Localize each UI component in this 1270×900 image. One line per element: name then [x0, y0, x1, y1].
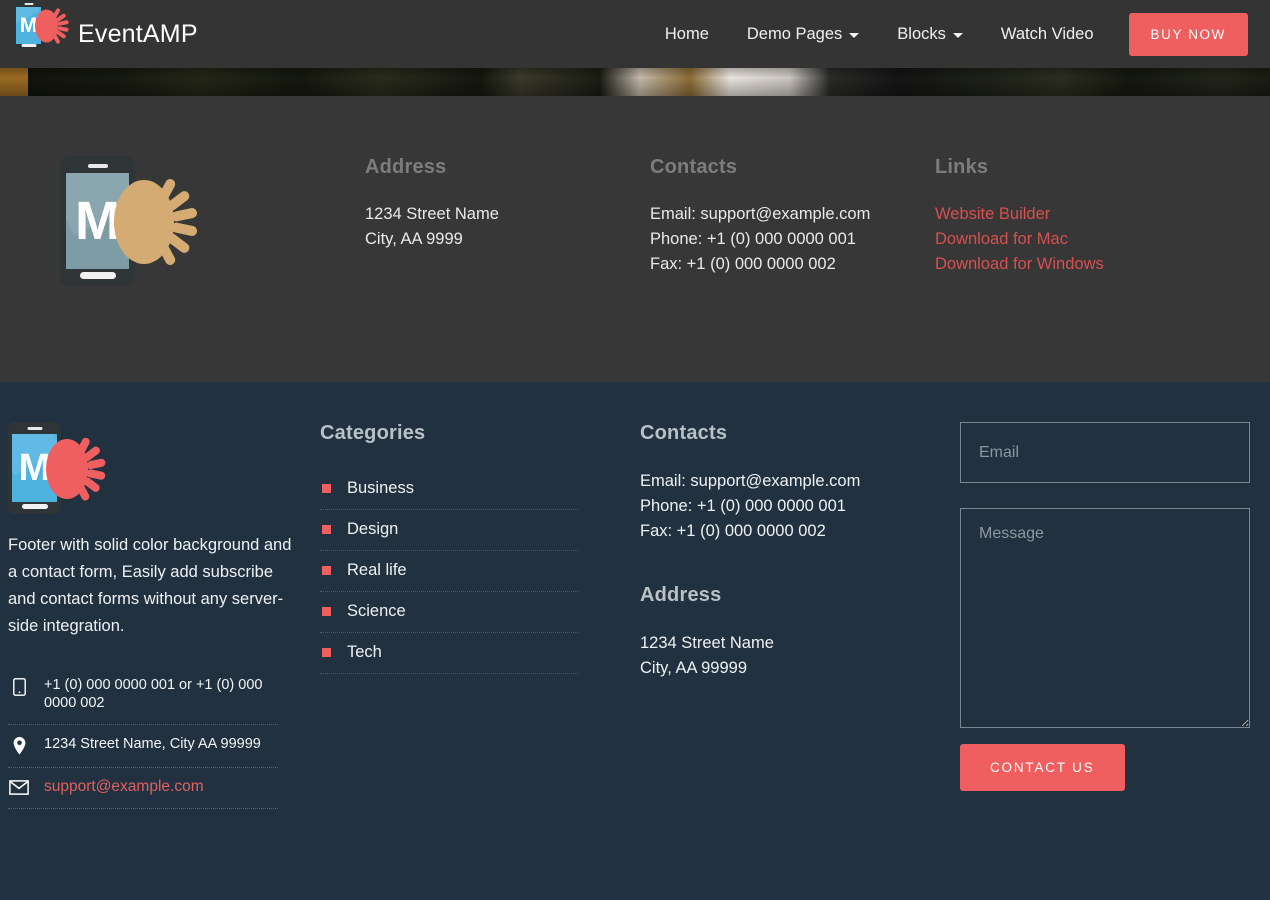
buy-now-button[interactable]: BUY NOW	[1128, 12, 1248, 56]
email-field[interactable]	[960, 422, 1250, 483]
info-row-address: 1234 Street Name, City AA 99999	[8, 725, 278, 768]
square-bullet-icon	[322, 566, 331, 575]
brand-logo[interactable]: M EventAMP	[14, 0, 198, 68]
address-line-1: 1234 Street Name	[640, 634, 774, 652]
contacts-heading: Contacts	[640, 422, 728, 444]
brand-title: EventAMP	[78, 19, 198, 48]
category-item-tech[interactable]: Tech	[320, 633, 578, 674]
footer-gray-address-column: Address 1234 Street Name City, AA 9999	[365, 156, 650, 286]
category-item-real-life[interactable]: Real life	[320, 551, 578, 592]
square-bullet-icon	[322, 484, 331, 493]
nav-item-blocks[interactable]: Blocks	[878, 15, 982, 54]
category-label: Business	[347, 479, 414, 497]
nav-item-home[interactable]: Home	[646, 15, 728, 54]
chevron-down-icon	[952, 32, 963, 38]
link-download-windows[interactable]: Download for Windows	[935, 252, 1235, 277]
category-item-business[interactable]: Business	[320, 469, 578, 510]
map-pin-icon	[8, 735, 30, 755]
footer-navy-section: M Footer with solid color background and…	[0, 382, 1270, 900]
nav-links: Home Demo Pages Blocks Watch Video BUY N…	[646, 12, 1248, 56]
contacts-phone: Phone: +1 (0) 000 0000 001	[650, 230, 856, 248]
message-field[interactable]	[960, 508, 1250, 728]
chevron-down-icon	[849, 32, 860, 38]
contacts-heading: Contacts	[650, 156, 738, 178]
square-bullet-icon	[322, 648, 331, 657]
square-bullet-icon	[322, 525, 331, 534]
square-bullet-icon	[322, 607, 331, 616]
nav-item-demo-pages-label: Demo Pages	[746, 24, 843, 43]
info-row-address-text: 1234 Street Name, City AA 99999	[44, 736, 261, 752]
footer-navy-contacts-column: Contacts Email: support@example.com Phon…	[640, 422, 960, 900]
footer-gray-logo: M	[60, 156, 365, 286]
mobile-icon	[8, 676, 30, 696]
category-label: Design	[347, 520, 399, 538]
footer-navy-categories-column: Categories Business Design Real life Sci…	[320, 422, 640, 900]
nav-item-home-label: Home	[664, 24, 709, 43]
address-heading: Address	[640, 584, 722, 606]
nav-item-watch-video-label: Watch Video	[1000, 24, 1094, 43]
footer-gray-contacts-column: Contacts Email: support@example.com Phon…	[650, 156, 935, 286]
categories-heading: Categories	[320, 422, 426, 444]
category-label: Tech	[347, 643, 382, 661]
top-navbar: M EventAMP Home Demo Pages Blocks Watch …	[0, 0, 1270, 68]
nav-item-demo-pages[interactable]: Demo Pages	[728, 15, 878, 54]
link-download-mac[interactable]: Download for Mac	[935, 227, 1235, 252]
contacts-fax: Fax: +1 (0) 000 0000 002	[640, 522, 826, 540]
contacts-email: Email: support@example.com	[640, 472, 861, 490]
nav-item-blocks-label: Blocks	[897, 24, 946, 43]
category-label: Real life	[347, 561, 407, 579]
footer-gray-links-column: Links Website Builder Download for Mac D…	[935, 156, 1235, 286]
contact-form: CONTACT US	[960, 422, 1270, 900]
address-line-2: City, AA 99999	[640, 659, 748, 677]
envelope-icon	[8, 778, 30, 795]
category-item-design[interactable]: Design	[320, 510, 578, 551]
contacts-fax: Fax: +1 (0) 000 0000 002	[650, 255, 836, 273]
address-line-2: City, AA 9999	[365, 230, 463, 248]
category-item-science[interactable]: Science	[320, 592, 578, 633]
app-logo-icon: M	[60, 156, 198, 286]
brand-logo-icon: M	[14, 0, 69, 50]
contacts-phone: Phone: +1 (0) 000 0000 001	[640, 497, 846, 515]
nav-item-watch-video[interactable]: Watch Video	[982, 15, 1113, 54]
category-label: Science	[347, 602, 406, 620]
info-row-phone-text: +1 (0) 000 0000 001 or +1 (0) 000 0000 0…	[44, 677, 263, 711]
contacts-email: Email: support@example.com	[650, 205, 871, 223]
info-row-phone: +1 (0) 000 0000 001 or +1 (0) 000 0000 0…	[8, 666, 278, 725]
links-heading: Links	[935, 156, 989, 178]
info-row-email-link[interactable]: support@example.com	[44, 778, 204, 796]
hero-image-strip	[0, 68, 1270, 96]
address-line-1: 1234 Street Name	[365, 205, 499, 223]
footer-gray-section: M Address 1234 Street Name City, AA 9999	[0, 96, 1270, 382]
link-website-builder[interactable]: Website Builder	[935, 202, 1235, 227]
footer-description: Footer with solid color background and a…	[8, 536, 292, 635]
footer-navy-about-column: M Footer with solid color background and…	[0, 422, 320, 900]
info-row-email[interactable]: support@example.com	[8, 768, 278, 809]
app-logo-icon-small: M	[8, 422, 107, 514]
contact-us-button[interactable]: CONTACT US	[960, 744, 1125, 791]
address-heading: Address	[365, 156, 447, 178]
